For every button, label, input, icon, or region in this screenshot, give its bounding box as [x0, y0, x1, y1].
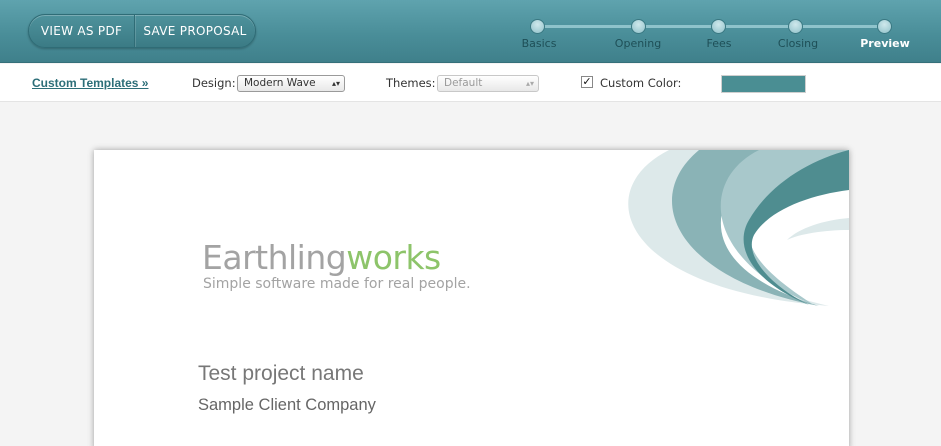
logo-text-works: works: [346, 238, 441, 277]
logo-text-earthling: Earthling: [202, 238, 347, 277]
themes-select-value: Default: [444, 77, 483, 89]
company-tagline: Simple software made for real people.: [203, 276, 471, 292]
step-opening-label[interactable]: Opening: [615, 37, 661, 50]
themes-select[interactable]: Default ▴▾: [437, 75, 539, 92]
client-name: Sample Client Company: [198, 396, 376, 414]
design-select[interactable]: Modern Wave ▴▾: [237, 75, 345, 92]
step-basics-dot[interactable]: [530, 19, 545, 34]
top-header: VIEW AS PDF SAVE PROPOSAL Basics Opening…: [0, 0, 941, 63]
step-fees-dot[interactable]: [711, 19, 726, 34]
custom-color-swatch[interactable]: [721, 75, 806, 93]
save-proposal-button[interactable]: SAVE PROPOSAL: [134, 15, 255, 47]
step-fees-label[interactable]: Fees: [707, 37, 732, 50]
view-as-pdf-button[interactable]: VIEW AS PDF: [29, 15, 134, 47]
company-logo: Earthlingworks: [202, 238, 441, 277]
select-arrows-icon: ▴▾: [525, 79, 534, 88]
action-button-group: VIEW AS PDF SAVE PROPOSAL: [28, 14, 256, 48]
step-basics-label[interactable]: Basics: [522, 37, 557, 50]
step-preview-dot[interactable]: [877, 19, 892, 34]
checkmark-icon: ✓: [582, 76, 592, 88]
select-arrows-icon: ▴▾: [331, 79, 340, 88]
wave-decoration: [628, 150, 849, 306]
proposal-preview: Earthlingworks Simple software made for …: [94, 150, 849, 446]
step-preview-label[interactable]: Preview: [860, 37, 910, 50]
progress-steps: Basics Opening Fees Closing Preview: [520, 12, 920, 56]
step-closing-label[interactable]: Closing: [778, 37, 818, 50]
custom-templates-link[interactable]: Custom Templates »: [32, 76, 148, 90]
step-closing-dot[interactable]: [788, 19, 803, 34]
project-name: Test project name: [198, 362, 364, 385]
custom-color-label: Custom Color:: [600, 76, 682, 90]
design-label: Design:: [192, 76, 236, 90]
custom-color-checkbox[interactable]: ✓: [581, 76, 593, 88]
themes-label: Themes:: [386, 76, 436, 90]
design-toolbar: Custom Templates » Design: Modern Wave ▴…: [0, 64, 941, 102]
design-select-value: Modern Wave: [244, 77, 316, 89]
step-opening-dot[interactable]: [631, 19, 646, 34]
